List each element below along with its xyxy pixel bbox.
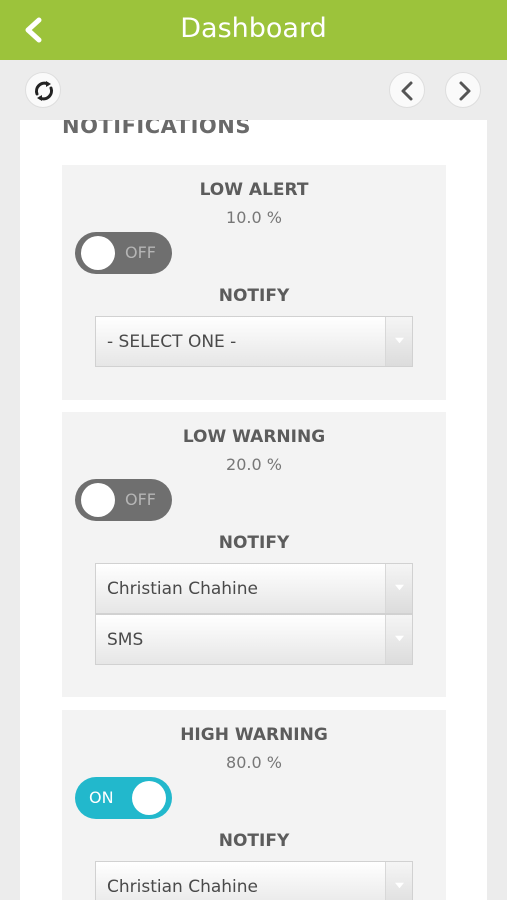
notify-contact-select[interactable]: Christian Chahine — [95, 563, 413, 614]
caret-down-icon — [395, 882, 404, 889]
page-title: Dashboard — [180, 13, 327, 44]
toggle-knob — [81, 236, 115, 270]
refresh-button[interactable] — [25, 72, 61, 108]
card-title: LOW WARNING — [182, 427, 326, 447]
notifications-panel: NOTIFICATIONS LOW ALERT 10.0 % OFF NOTIF… — [20, 120, 487, 900]
previous-button[interactable] — [389, 72, 425, 108]
select-value: Christian Chahine — [107, 579, 258, 599]
alert-toggle[interactable]: ON — [75, 777, 172, 819]
select-value: - SELECT ONE - — [107, 332, 237, 352]
caret-down-icon — [395, 584, 404, 591]
notify-label: NOTIFY — [218, 286, 290, 306]
alert-toggle[interactable]: OFF — [75, 232, 172, 274]
chevron-right-icon — [459, 81, 471, 101]
toggle-label: OFF — [125, 490, 156, 509]
notification-card-high-warning: HIGH WARNING 80.0 % ON NOTIFY Christian … — [62, 710, 446, 900]
chevron-left-icon — [401, 81, 413, 101]
threshold-value: 80.0 % — [226, 753, 282, 772]
select-value: SMS — [107, 630, 144, 650]
notification-card-low-alert: LOW ALERT 10.0 % OFF NOTIFY - SELECT ONE… — [62, 165, 446, 400]
threshold-value: 20.0 % — [226, 455, 282, 474]
section-title: NOTIFICATIONS — [62, 120, 251, 138]
dropdown-arrow — [385, 564, 412, 613]
refresh-icon — [35, 81, 53, 101]
notify-label: NOTIFY — [218, 533, 290, 553]
dropdown-arrow — [385, 862, 412, 900]
toggle-knob — [81, 483, 115, 517]
notify-label: NOTIFY — [218, 831, 290, 851]
notify-method-select[interactable]: SMS — [95, 614, 413, 665]
caret-down-icon — [395, 635, 404, 642]
dropdown-arrow — [385, 317, 412, 366]
toggle-label: OFF — [125, 243, 156, 262]
toggle-label: ON — [89, 788, 114, 807]
notify-contact-select[interactable]: Christian Chahine — [95, 861, 413, 900]
toolbar — [0, 60, 507, 120]
threshold-value: 10.0 % — [226, 208, 282, 227]
caret-down-icon — [395, 337, 404, 344]
next-button[interactable] — [445, 72, 481, 108]
toggle-knob — [132, 781, 166, 815]
app-header: Dashboard — [0, 0, 507, 60]
dropdown-arrow — [385, 615, 412, 664]
card-title: LOW ALERT — [199, 180, 309, 200]
card-title: HIGH WARNING — [180, 725, 328, 745]
select-value: Christian Chahine — [107, 877, 258, 897]
notification-card-low-warning: LOW WARNING 20.0 % OFF NOTIFY Christian … — [62, 412, 446, 697]
alert-toggle[interactable]: OFF — [75, 479, 172, 521]
notify-select[interactable]: - SELECT ONE - — [95, 316, 413, 367]
